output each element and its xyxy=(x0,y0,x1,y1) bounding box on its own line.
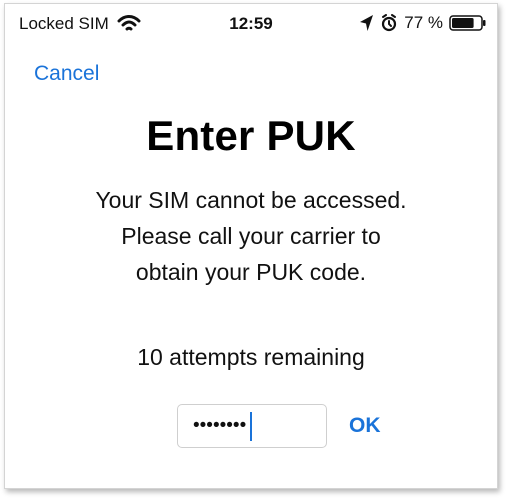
page-title: Enter PUK xyxy=(146,112,356,159)
app-window: Locked SIM 12:59 77 % Cancel Enter PUK Y… xyxy=(4,3,498,489)
status-bar: Locked SIM 12:59 77 % xyxy=(5,4,497,42)
message-line: obtain your PUK code. xyxy=(135,259,367,285)
alarm-icon xyxy=(380,14,398,32)
puk-entry-row: •••••••• OK xyxy=(177,404,381,448)
battery-percent: 77 % xyxy=(404,13,443,32)
right-status: 77 % xyxy=(359,13,487,33)
sim-message: Your SIM cannot be accessed. Please call… xyxy=(5,182,497,290)
puk-masked-value: •••••••• xyxy=(193,415,247,436)
location-icon xyxy=(359,14,374,32)
ok-button[interactable]: OK xyxy=(349,414,381,438)
cancel-button[interactable]: Cancel xyxy=(34,62,99,86)
puk-code-field[interactable]: •••••••• xyxy=(177,404,327,448)
attempts-remaining: 10 attempts remaining xyxy=(137,344,365,370)
text-cursor xyxy=(250,411,253,441)
message-line: Your SIM cannot be accessed. xyxy=(95,187,407,213)
message-line: Please call your carrier to xyxy=(121,223,381,249)
battery-icon xyxy=(449,14,487,32)
